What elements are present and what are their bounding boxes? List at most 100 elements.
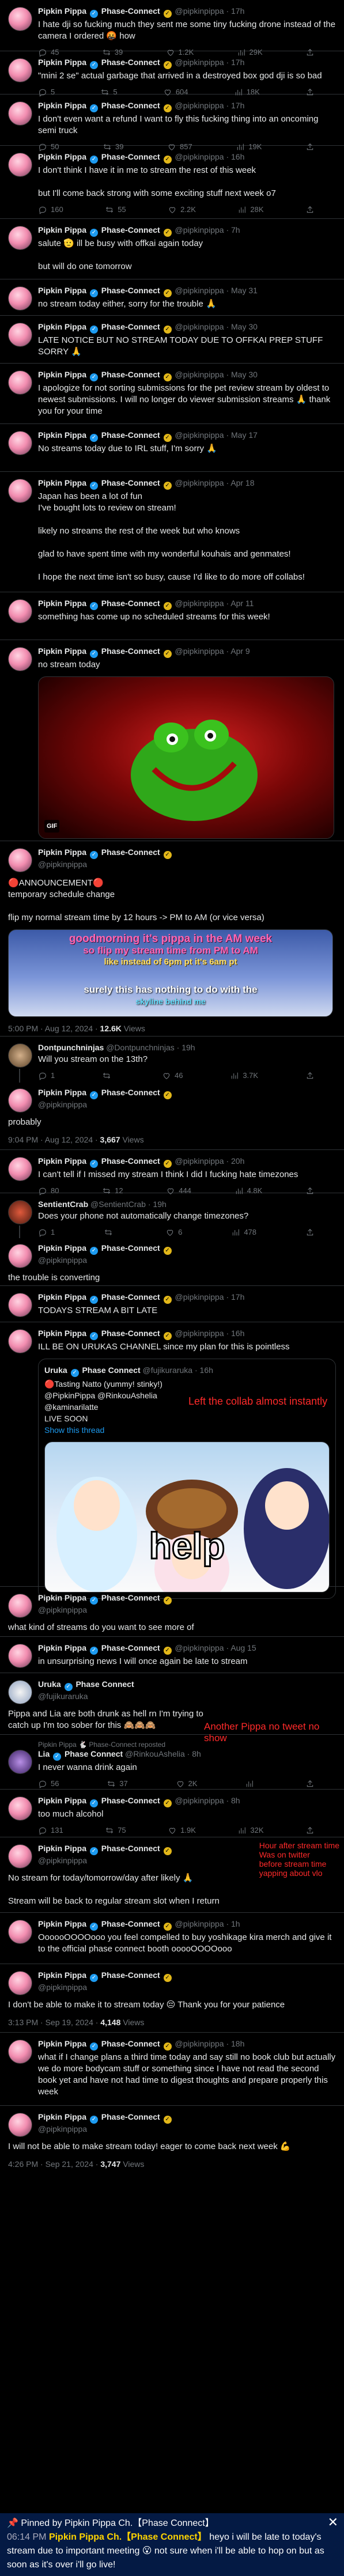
handle[interactable]: @pipkinpippa (175, 6, 224, 16)
display-name[interactable]: Pipkin Pippa (38, 6, 86, 16)
display-name[interactable]: Uruka (38, 1679, 61, 1689)
avatar[interactable] (8, 1043, 32, 1068)
display-name[interactable]: Pipkin Pippa (38, 1329, 86, 1338)
reply-button[interactable]: 160 (38, 204, 63, 215)
share-button[interactable] (305, 204, 315, 215)
display-name[interactable]: Pipkin Pippa (38, 1088, 86, 1097)
timestamp[interactable]: 17h (231, 101, 244, 110)
display-name[interactable]: Pipkin Pippa (38, 478, 86, 487)
avatar[interactable] (8, 1750, 32, 1774)
tweet[interactable]: Pipkin Pippa ✓ Phase-Connect ✓ @pipkinpi… (0, 1790, 344, 1837)
retweet-button[interactable] (104, 1227, 116, 1238)
avatar[interactable] (8, 370, 32, 395)
handle[interactable]: @pipkinpippa (175, 599, 224, 608)
avatar[interactable] (8, 1680, 32, 1704)
display-name[interactable]: Pipkin Pippa (38, 430, 86, 440)
timestamp[interactable]: 20h (231, 1156, 244, 1166)
pinned-message[interactable]: ✕ 📌 Pinned by Pipkin Pippa Ch.【Phase Con… (0, 2513, 344, 2576)
timestamp[interactable]: 1h (231, 1919, 240, 1928)
tweet[interactable]: Pipkin Pippa ✓ Phase-Connect ✓ @pipkinpi… (0, 1150, 344, 1196)
tweet[interactable]: Pipkin Pippa ✓ Phase-Connect ✓ @pipkinpip… (0, 841, 344, 1037)
like-button[interactable]: 46 (162, 1070, 183, 1081)
tweet[interactable]: Pipkin Pippa ✓ Phase-Connect ✓ @pipkinpi… (0, 219, 344, 279)
avatar[interactable] (8, 2113, 32, 2137)
display-name[interactable]: Pipkin Pippa (38, 1970, 86, 1980)
avatar[interactable] (8, 599, 32, 623)
like-button[interactable]: 2K (176, 1778, 197, 1790)
like-button[interactable]: 2.2K (168, 204, 196, 215)
avatar[interactable] (8, 2040, 32, 2064)
avatar[interactable] (8, 1644, 32, 1668)
quoted-tweet[interactable]: Uruka ✓ Phase Connect @fujikuraruka · 16… (38, 1359, 336, 1599)
avatar[interactable] (8, 1920, 32, 1944)
tweet[interactable]: Uruka ✓ Phase Connect @fujikuraruka Pippa… (0, 1673, 344, 1743)
display-name[interactable]: Pipkin Pippa (38, 152, 86, 161)
tweet[interactable]: Pipkin Pippa 🐇 Phase-Connect reposted Li… (0, 1735, 344, 1790)
tweet[interactable]: SentientCrab @SentientCrab · 19h Does yo… (0, 1193, 344, 1238)
retweet-button[interactable]: 75 (105, 1825, 126, 1836)
share-button[interactable] (305, 1070, 315, 1081)
tweet[interactable]: Dontpunchninjas @Dontpunchninjas · 19h W… (0, 1037, 344, 1083)
avatar[interactable] (8, 1244, 32, 1268)
avatar[interactable] (8, 153, 32, 177)
tweet[interactable]: Pipkin Pippa ✓ Phase-Connect ✓ @pipkinpi… (0, 640, 344, 841)
display-name[interactable]: Pipkin Pippa (38, 101, 86, 110)
share-button[interactable] (305, 1825, 315, 1836)
display-name[interactable]: Pipkin Pippa (38, 58, 86, 67)
timestamp[interactable]: Apr 9 (230, 646, 250, 656)
tweet[interactable]: Pipkin Pippa ✓ Phase-Connect ✓ @pipkinpi… (0, 94, 344, 152)
avatar[interactable] (8, 58, 32, 82)
timestamp[interactable]: May 30 (231, 322, 258, 331)
avatar[interactable] (8, 101, 32, 126)
tweet[interactable]: Pipkin Pippa ✓ Phase-Connect ✓ @pipkinpi… (0, 472, 344, 592)
timestamp[interactable]: 16h (231, 152, 244, 161)
quote-timestamp[interactable]: 16h (200, 1365, 213, 1375)
display-name[interactable]: Pipkin Pippa (38, 2039, 86, 2048)
views-button[interactable] (245, 1778, 258, 1790)
timestamp[interactable]: May 30 (231, 370, 258, 379)
display-name[interactable]: Pipkin Pippa (38, 1156, 86, 1166)
tweet[interactable]: Pipkin Pippa ✓ Phase-Connect ✓ @pipkinpi… (0, 51, 344, 97)
handle[interactable]: @pipkinpippa (175, 1156, 224, 1166)
handle[interactable]: @pipkinpippa (175, 1329, 224, 1338)
display-name[interactable]: Pipkin Pippa (38, 1796, 86, 1805)
avatar[interactable] (8, 1844, 32, 1868)
avatar[interactable] (8, 1796, 32, 1821)
handle[interactable]: @pipkinpippa (175, 322, 224, 331)
handle[interactable]: @Dontpunchninjas (106, 1043, 175, 1052)
handle[interactable]: @pipkinpippa (38, 1605, 87, 1614)
gif-media[interactable]: GIF (38, 676, 334, 839)
handle[interactable]: @pipkinpippa (175, 1796, 224, 1805)
display-name[interactable]: Pipkin Pippa (38, 1643, 86, 1652)
display-name[interactable]: Pipkin Pippa (38, 1844, 86, 1853)
timestamp[interactable]: 8h (231, 1796, 240, 1805)
timestamp[interactable]: May 31 (231, 286, 258, 295)
tweet[interactable]: Pipkin Pippa ✓ Phase-Connect ✓ @pipkinpip… (0, 1587, 344, 1637)
views-button[interactable]: 28K (237, 204, 264, 215)
handle[interactable]: @SentientCrab (90, 1200, 146, 1209)
handle[interactable]: @pipkinpippa (38, 2124, 87, 2134)
reply-button[interactable]: 131 (38, 1825, 63, 1836)
tweet[interactable]: Pipkin Pippa ✓ Phase-Connect ✓ @pipkinpi… (0, 592, 344, 640)
handle[interactable]: @pipkinpippa (38, 1100, 87, 1109)
views-button[interactable]: 478 (231, 1227, 256, 1238)
display-name[interactable]: Pipkin Pippa (38, 322, 86, 331)
handle[interactable]: @pipkinpippa (175, 430, 224, 440)
collab-image[interactable]: help (44, 1442, 330, 1592)
handle[interactable]: @pipkinpippa (175, 1643, 224, 1652)
display-name[interactable]: Pipkin Pippa (38, 1593, 86, 1602)
views-button[interactable]: 32K (237, 1825, 264, 1836)
avatar[interactable] (8, 1088, 32, 1113)
handle[interactable]: @pipkinpippa (38, 1983, 87, 1992)
tweet[interactable]: Pipkin Pippa ✓ Phase-Connect ✓ @pipkinpip… (0, 1237, 344, 1286)
display-name[interactable]: Pipkin Pippa (38, 646, 86, 656)
tweet[interactable]: Pipkin Pippa ✓ Phase-Connect ✓ @pipkinpi… (0, 279, 344, 316)
display-name[interactable]: Lia (38, 1749, 50, 1758)
retweet-button[interactable]: 55 (105, 204, 126, 215)
timestamp[interactable]: 17h (231, 1292, 244, 1302)
tweet[interactable]: Pipkin Pippa ✓ Phase-Connect ✓ @pipkinpip… (0, 2106, 344, 2174)
timestamp[interactable]: 16h (231, 1329, 244, 1338)
handle[interactable]: @RinkouAshelia (125, 1749, 185, 1758)
display-name[interactable]: Pipkin Pippa (38, 848, 86, 857)
avatar[interactable] (8, 1594, 32, 1618)
